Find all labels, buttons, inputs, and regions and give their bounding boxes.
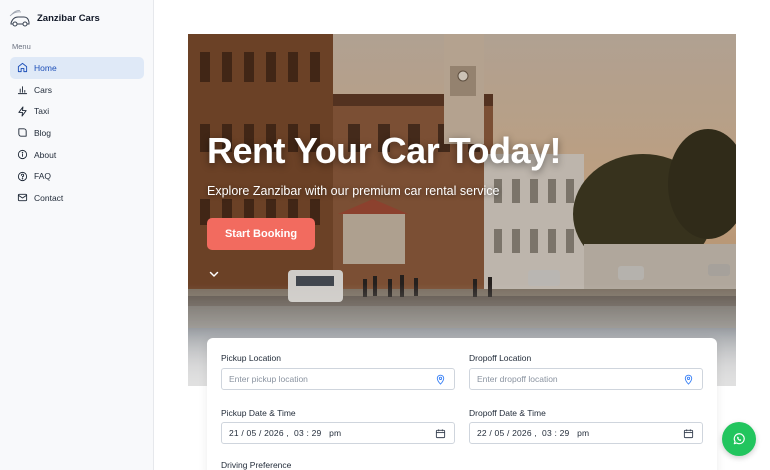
sidebar-item-label: Taxi	[34, 106, 50, 117]
bar-chart-icon	[17, 86, 28, 95]
whatsapp-icon	[733, 433, 745, 445]
sidebar-nav: Home Cars Taxi Blog About FAQ Contact	[10, 57, 144, 209]
sidebar: Zanzibar Cars Menu Home Cars Taxi Blog A…	[0, 0, 154, 470]
sidebar-item-label: Blog	[34, 127, 52, 138]
booking-form: Pickup Location Dropoff Location Pickup …	[207, 338, 717, 470]
dropoff-datetime-input[interactable]: 22 / 05 / 2026 , 03 : 29 pm	[469, 422, 703, 444]
start-booking-button[interactable]: Start Booking	[207, 218, 315, 250]
sidebar-item-label: FAQ	[34, 171, 52, 182]
pickup-datetime-value: 21 / 05 / 2026 , 03 : 29 pm	[229, 428, 342, 438]
pickup-location-field[interactable]	[221, 368, 455, 390]
zap-icon	[18, 106, 27, 117]
dropoff-location-field[interactable]	[469, 368, 703, 390]
info-icon	[17, 150, 28, 160]
brand[interactable]: Zanzibar Cars	[9, 8, 100, 28]
pickup-datetime-input[interactable]: 21 / 05 / 2026 , 03 : 29 pm	[221, 422, 455, 444]
sidebar-item-taxi[interactable]: Taxi	[10, 100, 144, 122]
sidebar-item-contact[interactable]: Contact	[10, 187, 144, 209]
home-icon	[17, 63, 28, 73]
car-logo-icon	[9, 10, 30, 27]
driving-preference-label: Driving Preference	[221, 460, 292, 470]
sidebar-item-label: About	[34, 149, 57, 160]
book-icon	[18, 128, 27, 138]
sidebar-item-label: Cars	[34, 84, 52, 95]
sidebar-item-about[interactable]: About	[10, 144, 144, 166]
hero-banner: Rent Your Car Today! Explore Zanzibar wi…	[188, 34, 736, 386]
sidebar-item-faq[interactable]: FAQ	[10, 165, 144, 187]
whatsapp-button[interactable]	[722, 422, 756, 456]
mail-icon	[17, 194, 28, 202]
hero-subtitle: Explore Zanzibar with our premium car re…	[207, 184, 500, 198]
dropoff-location-input[interactable]	[477, 374, 667, 384]
sidebar-item-label: Contact	[34, 192, 64, 203]
sidebar-item-home[interactable]: Home	[10, 57, 144, 79]
hero-background-image	[188, 34, 736, 386]
chevron-down-icon[interactable]	[208, 268, 220, 280]
map-pin-icon	[436, 374, 445, 385]
calendar-icon[interactable]	[683, 428, 694, 439]
help-circle-icon	[17, 171, 28, 181]
dropoff-location-label: Dropoff Location	[469, 353, 532, 363]
sidebar-item-cars[interactable]: Cars	[10, 79, 144, 101]
dropoff-datetime-label: Dropoff Date & Time	[469, 408, 546, 418]
pickup-datetime-label: Pickup Date & Time	[221, 408, 296, 418]
sidebar-item-blog[interactable]: Blog	[10, 122, 144, 144]
hero-title: Rent Your Car Today!	[207, 130, 562, 171]
brand-name: Zanzibar Cars	[37, 12, 100, 24]
map-pin-icon	[684, 374, 693, 385]
dropoff-datetime-value: 22 / 05 / 2026 , 03 : 29 pm	[477, 428, 590, 438]
sidebar-item-label: Home	[34, 62, 57, 73]
pickup-location-input[interactable]	[229, 374, 419, 384]
pickup-location-label: Pickup Location	[221, 353, 282, 363]
calendar-icon[interactable]	[435, 428, 446, 439]
menu-label: Menu	[12, 42, 31, 51]
